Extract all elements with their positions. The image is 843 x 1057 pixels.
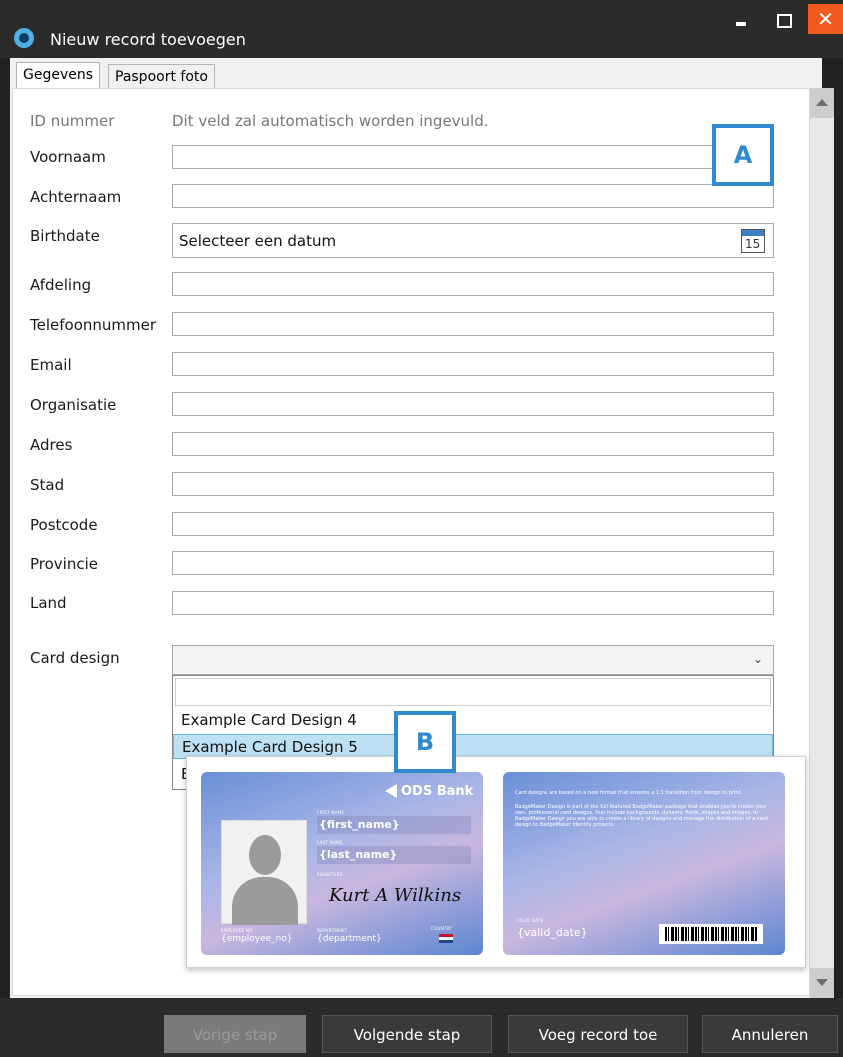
window-title: Nieuw record toevoegen bbox=[50, 30, 246, 49]
barcode-bars bbox=[665, 927, 757, 941]
stad-input[interactable] bbox=[172, 472, 774, 496]
card-back: Card designs are based on a new format t… bbox=[503, 772, 785, 955]
last-name-placeholder: {last_name} bbox=[319, 848, 398, 861]
callout-badge-a: A bbox=[712, 124, 774, 186]
cancel-button[interactable]: Annuleren bbox=[702, 1015, 838, 1053]
next-step-button[interactable]: Volgende stap bbox=[322, 1015, 492, 1053]
id-number-hint: Dit veld zal automatisch worden ingevuld… bbox=[172, 112, 489, 130]
department-placeholder: {department} bbox=[317, 934, 382, 944]
previous-step-button[interactable]: Vorige stap bbox=[164, 1015, 306, 1053]
telefoonnummer-input[interactable] bbox=[172, 312, 774, 336]
card-design-select[interactable]: ⌄ bbox=[172, 645, 774, 675]
tab-bar: Gegevens Paspoort foto bbox=[10, 62, 822, 92]
dropdown-option[interactable]: Example Card Design 4 bbox=[173, 708, 773, 733]
adres-input[interactable] bbox=[172, 432, 774, 456]
minimize-button[interactable] bbox=[726, 6, 756, 34]
button-bar: Vorige stap Volgende stap Voeg record to… bbox=[0, 998, 843, 1057]
add-record-button[interactable]: Voeg record toe bbox=[508, 1015, 688, 1053]
card-design-preview: ODS Bank FIRST NAME {first_name} LAST NA… bbox=[186, 756, 806, 968]
scroll-down-arrow-icon[interactable] bbox=[810, 968, 834, 998]
signature-caption: SIGNATURE bbox=[317, 872, 343, 877]
birthdate-label: Birthdate bbox=[30, 227, 100, 245]
employee-caption: EMPLOYEE NO bbox=[221, 928, 253, 933]
signature-image: Kurt A Wilkins bbox=[329, 885, 462, 906]
back-text-body: BadgeMaker Design is part of the full fe… bbox=[515, 804, 768, 828]
callout-badge-b: B bbox=[394, 711, 456, 773]
dialog-window: Nieuw record toevoegen ✕ Gegevens Paspoo… bbox=[0, 0, 843, 1057]
employee-placeholder: {employee_no} bbox=[221, 934, 293, 944]
valid-date-caption: VALID DATE bbox=[517, 918, 544, 923]
calendar-icon[interactable]: 15 bbox=[741, 229, 765, 253]
email-label: Email bbox=[30, 356, 72, 374]
person-body-icon bbox=[232, 877, 298, 925]
postcode-input[interactable] bbox=[172, 512, 774, 536]
card-front: ODS Bank FIRST NAME {first_name} LAST NA… bbox=[201, 772, 483, 955]
netherlands-flag-icon bbox=[439, 934, 453, 943]
telefoonnummer-label: Telefoonnummer bbox=[30, 316, 157, 334]
chevron-down-icon[interactable]: ⌄ bbox=[753, 652, 763, 666]
app-logo-icon bbox=[14, 28, 34, 48]
passport-photo-placeholder bbox=[221, 820, 307, 925]
maximize-button[interactable] bbox=[768, 6, 798, 34]
tab-paspoort-foto[interactable]: Paspoort foto bbox=[108, 64, 215, 90]
afdeling-input[interactable] bbox=[172, 272, 774, 296]
bank-logo-icon bbox=[385, 784, 397, 798]
achternaam-label: Achternaam bbox=[30, 188, 122, 206]
country-caption: COUNTRY bbox=[431, 926, 453, 931]
postcode-label: Postcode bbox=[30, 516, 98, 534]
first-name-placeholder: {first_name} bbox=[319, 818, 400, 831]
organisatie-input[interactable] bbox=[172, 392, 774, 416]
vertical-scrollbar[interactable] bbox=[810, 88, 834, 998]
email-input[interactable] bbox=[172, 352, 774, 376]
voornaam-input[interactable] bbox=[172, 145, 774, 169]
barcode-icon bbox=[659, 924, 763, 944]
voornaam-label: Voornaam bbox=[30, 148, 106, 166]
land-label: Land bbox=[30, 594, 67, 612]
last-name-caption: LAST NAME bbox=[317, 840, 343, 845]
stad-label: Stad bbox=[30, 476, 65, 494]
bank-name: ODS Bank bbox=[401, 784, 474, 799]
afdeling-label: Afdeling bbox=[30, 276, 92, 294]
back-text-intro: Card designs are based on a new format t… bbox=[515, 790, 743, 796]
provincie-input[interactable] bbox=[172, 551, 774, 575]
card-design-label: Card design bbox=[30, 649, 120, 667]
birthdate-date-picker[interactable]: Selecteer een datum 15 bbox=[172, 223, 774, 258]
dropdown-filter-input[interactable] bbox=[175, 678, 771, 706]
birthdate-placeholder: Selecteer een datum bbox=[179, 232, 337, 250]
adres-label: Adres bbox=[30, 436, 73, 454]
scroll-up-arrow-icon[interactable] bbox=[810, 88, 834, 118]
calendar-day: 15 bbox=[745, 237, 761, 251]
person-head-icon bbox=[249, 835, 281, 875]
organisatie-label: Organisatie bbox=[30, 396, 117, 414]
close-button[interactable]: ✕ bbox=[808, 4, 843, 34]
first-name-caption: FIRST NAME bbox=[317, 810, 345, 815]
valid-date-placeholder: {valid_date} bbox=[517, 926, 588, 939]
department-caption: DEPARTMENT bbox=[317, 928, 347, 933]
calendar-header bbox=[742, 230, 764, 236]
achternaam-input[interactable] bbox=[172, 184, 774, 208]
land-input[interactable] bbox=[172, 591, 774, 615]
id-number-label: ID nummer bbox=[30, 112, 115, 130]
provincie-label: Provincie bbox=[30, 555, 98, 573]
title-bar[interactable]: Nieuw record toevoegen ✕ bbox=[0, 0, 843, 58]
